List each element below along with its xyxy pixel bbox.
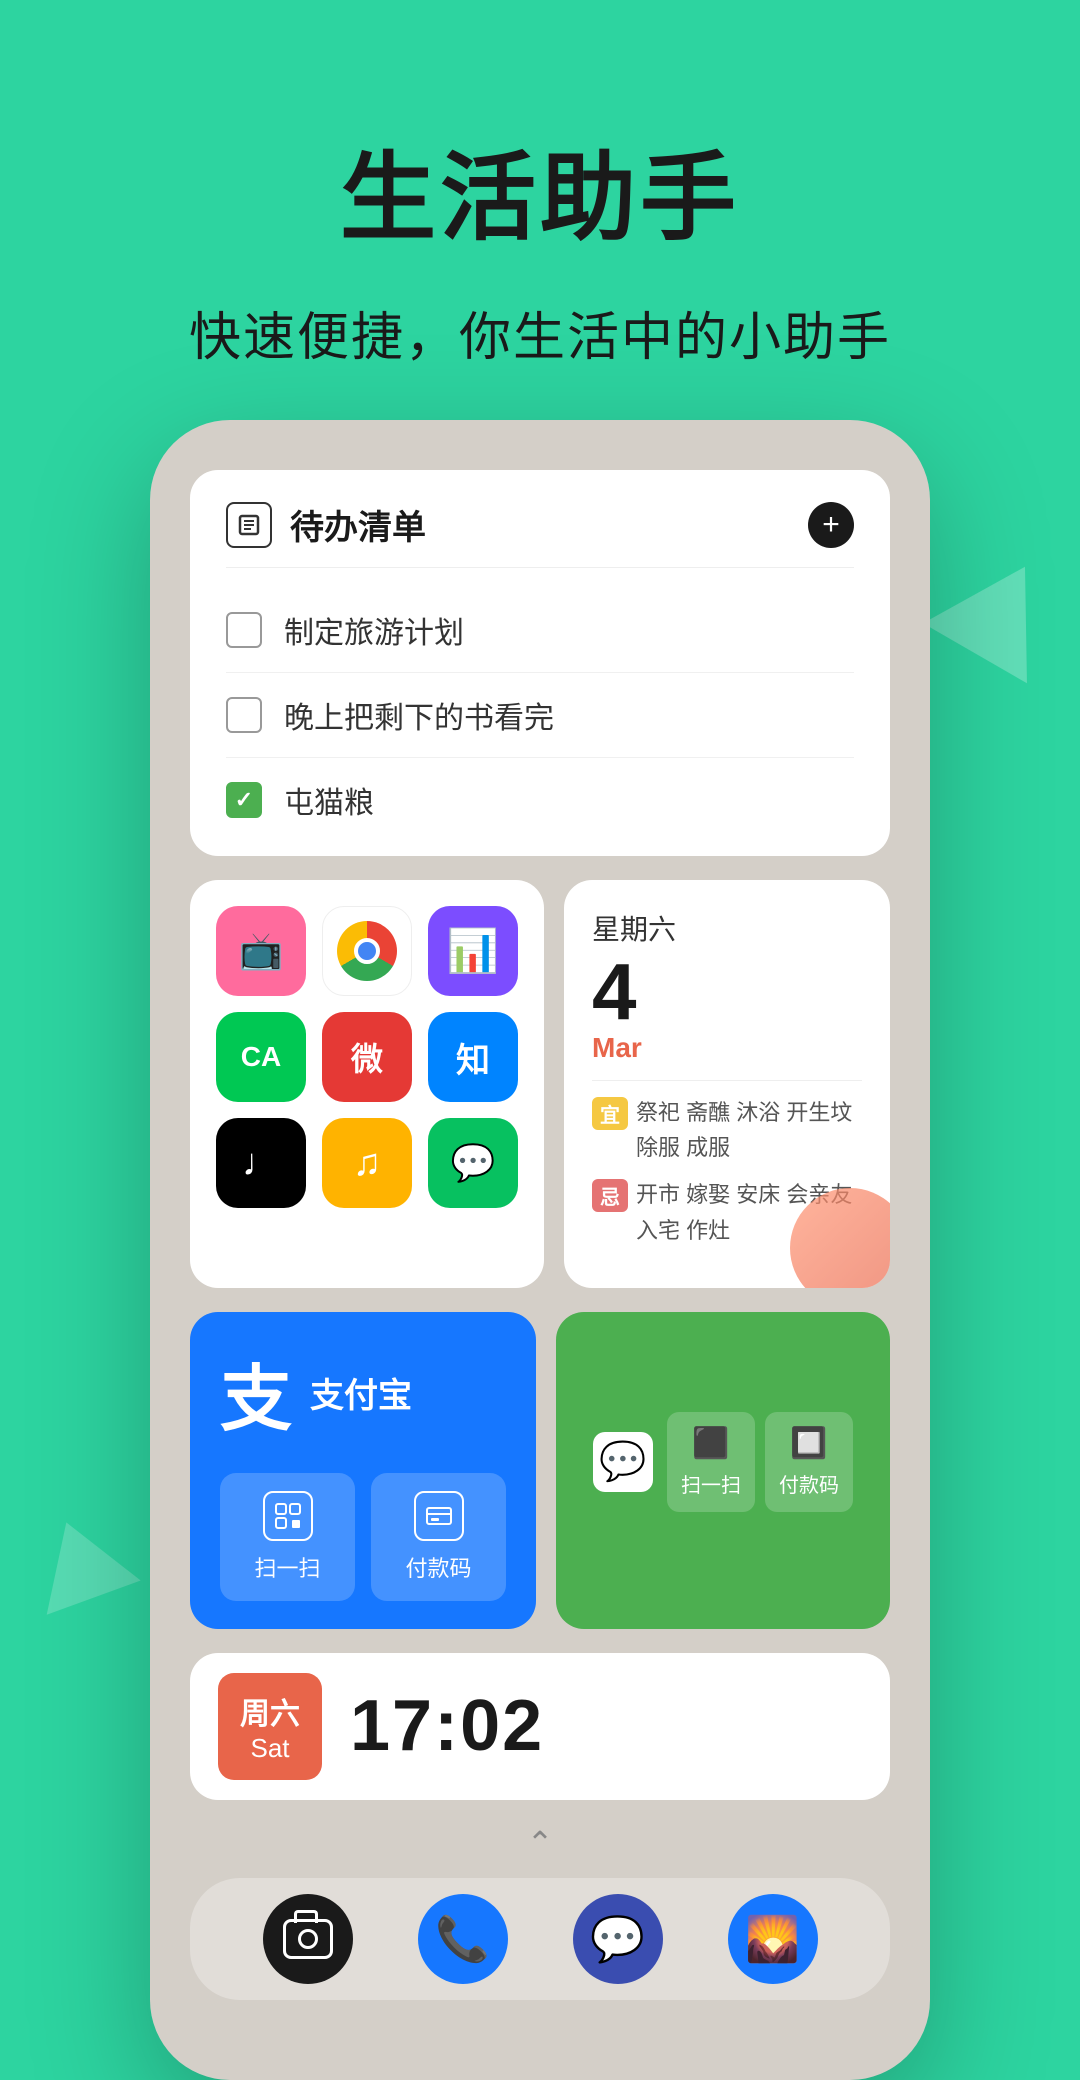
- clock-day-section: 周六 Sat: [218, 1673, 322, 1780]
- clock-day-en: Sat: [250, 1733, 289, 1764]
- wechat-scan-button[interactable]: ⬛ 扫一扫: [667, 1412, 755, 1512]
- app-row-2: CA 微 知: [216, 1012, 518, 1102]
- wechat-pay-label: 付款码: [779, 1469, 839, 1498]
- stats-app-icon[interactable]: 📊: [428, 906, 518, 996]
- alipay-widget: 支 支付宝 扫一扫: [190, 1312, 536, 1629]
- pay-icon: [414, 1491, 464, 1541]
- deco-triangle-top: [923, 537, 1077, 684]
- todo-checkbox-3[interactable]: [226, 782, 262, 818]
- main-title: 生活助手: [0, 120, 1080, 259]
- alipay-scan-label: 扫一扫: [254, 1551, 320, 1583]
- calendar-divider: [592, 1080, 862, 1081]
- alipay-pay-label: 付款码: [405, 1551, 471, 1583]
- todo-widget: 待办清单 + 制定旅游计划 晚上把剩下的书看完 屯猫粮: [190, 470, 890, 856]
- wechat-scan-icon: ⬛: [692, 1426, 729, 1461]
- ca-app-icon[interactable]: CA: [216, 1012, 306, 1102]
- tv-app-icon[interactable]: 📺: [216, 906, 306, 996]
- deco-triangle-bottom: [19, 1505, 140, 1614]
- dock: 📞 💬 🌄: [190, 1878, 890, 2000]
- todo-text-2: 晚上把剩下的书看完: [284, 693, 554, 737]
- calendar-widget: 星期六 4 Mar 宜 祭祀 斋醮 沐浴 开生坟 除服 成服 忌 开市 嫁娶 安…: [564, 880, 890, 1288]
- wechat-app-icon[interactable]: 💬: [428, 1118, 518, 1208]
- alipay-actions: 扫一扫 付款码: [220, 1473, 506, 1601]
- wechat-scan-label: 扫一扫: [681, 1469, 741, 1498]
- wechat-scan-widget: 💬 ⬛ 扫一扫 🔲 付款码: [556, 1312, 890, 1629]
- header-section: 生活助手 快速便捷，你生活中的小助手: [0, 0, 1080, 430]
- calendar-month: Mar: [592, 1032, 862, 1064]
- camera-lens: [298, 1929, 318, 1949]
- dock-message-icon[interactable]: 💬: [573, 1894, 663, 1984]
- alipay-top: 支 支付宝: [220, 1340, 506, 1445]
- wechat-pay-button[interactable]: 🔲 付款码: [765, 1412, 853, 1512]
- zhihu-app-icon[interactable]: 知: [428, 1012, 518, 1102]
- app-row-3: ♩ ♫ 💬: [216, 1118, 518, 1208]
- alipay-name: 支付宝: [310, 1368, 412, 1417]
- inauspicious-badge: 忌: [592, 1179, 628, 1212]
- todo-title: 待办清单: [290, 500, 426, 549]
- chevron-up: ⌃: [190, 1824, 890, 1862]
- todo-item-3: 屯猫粮: [226, 758, 854, 826]
- todo-checkbox-2[interactable]: [226, 697, 262, 733]
- row-two: 📺 📊 CA 微 知 ♩ ♫ 💬 星期六 4 Mar: [190, 880, 890, 1288]
- dock-phone-icon[interactable]: 📞: [418, 1894, 508, 1984]
- auspicious-events: 祭祀 斋醮 沐浴 开生坟 除服 成服: [636, 1095, 862, 1165]
- weibo-app-icon[interactable]: 微: [322, 1012, 412, 1102]
- calendar-day: 星期六: [592, 908, 862, 948]
- todo-item-2: 晚上把剩下的书看完: [226, 673, 854, 758]
- music-app-icon[interactable]: ♫: [322, 1118, 412, 1208]
- dock-camera-icon[interactable]: [263, 1894, 353, 1984]
- todo-add-button[interactable]: +: [808, 502, 854, 548]
- app-row-1: 📺 📊: [216, 906, 518, 996]
- todo-text-1: 制定旅游计划: [284, 608, 464, 652]
- todo-item-1: 制定旅游计划: [226, 588, 854, 673]
- alipay-logo: 支: [220, 1340, 292, 1445]
- camera-body: [283, 1919, 333, 1959]
- subtitle: 快速便捷，你生活中的小助手: [0, 295, 1080, 370]
- wechat-action-row: ⬛ 扫一扫 🔲 付款码: [667, 1412, 853, 1512]
- calendar-date: 4: [592, 952, 862, 1032]
- calendar-auspicious-row: 宜 祭祀 斋醮 沐浴 开生坟 除服 成服: [592, 1095, 862, 1165]
- row-three: 支 支付宝 扫一扫: [190, 1312, 890, 1629]
- wechat-top-row: 💬 ⬛ 扫一扫 🔲 付款码: [593, 1412, 853, 1512]
- auspicious-badge: 宜: [592, 1097, 628, 1130]
- todo-list-icon: [226, 502, 272, 548]
- scan-icon: [263, 1491, 313, 1541]
- phone-mockup: 待办清单 + 制定旅游计划 晚上把剩下的书看完 屯猫粮 📺 📊: [150, 420, 930, 2080]
- clock-time: 17:02: [350, 1685, 544, 1767]
- clock-widget: 周六 Sat 17:02: [190, 1653, 890, 1800]
- clock-day-cn: 周六: [240, 1689, 300, 1733]
- dock-gallery-icon[interactable]: 🌄: [728, 1894, 818, 1984]
- todo-header-left: 待办清单: [226, 500, 426, 549]
- row-four: 周六 Sat 17:02: [190, 1653, 890, 1800]
- alipay-scan-button[interactable]: 扫一扫: [220, 1473, 355, 1601]
- todo-text-3: 屯猫粮: [284, 778, 374, 822]
- wechat-pay-icon: 🔲: [790, 1426, 827, 1461]
- wechat-logo: 💬: [593, 1432, 653, 1492]
- todo-header: 待办清单 +: [226, 500, 854, 568]
- tiktok-app-icon[interactable]: ♩: [216, 1118, 306, 1208]
- alipay-pay-button[interactable]: 付款码: [371, 1473, 506, 1601]
- todo-checkbox-1[interactable]: [226, 612, 262, 648]
- app-grid-widget: 📺 📊 CA 微 知 ♩ ♫ 💬: [190, 880, 544, 1288]
- chrome-app-icon[interactable]: [322, 906, 412, 996]
